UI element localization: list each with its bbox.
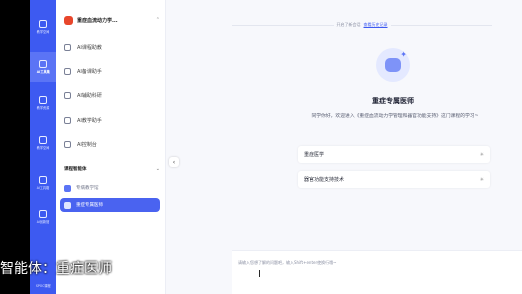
rail-item-ai-innovation[interactable]: AI创新馆 <box>30 202 56 232</box>
rail-item-ai-tools[interactable]: AI工具集 <box>30 52 56 82</box>
robot-icon <box>385 58 401 72</box>
document-icon <box>64 67 71 75</box>
divider <box>390 24 492 26</box>
book-icon <box>39 135 47 144</box>
history-link[interactable]: 查看历史记录 <box>364 22 388 28</box>
agent-icon <box>64 201 71 209</box>
agent-item-disease-teaching[interactable]: 专病教学馆 <box>64 181 160 195</box>
send-icon: ✳ <box>479 176 484 183</box>
course-logo-icon <box>64 15 73 25</box>
chat-input[interactable]: 请输入您想了解的问题吧，输入Shift+enter使换行哦~ I <box>232 250 522 294</box>
chat-input-placeholder: 请输入您想了解的问题吧，输入Shift+enter使换行哦~ <box>238 260 337 265</box>
chevron-down-icon: ⌄ <box>155 166 160 172</box>
console-icon <box>64 140 71 148</box>
suggestion-critical-care[interactable]: 重症医学 ✳ <box>298 146 490 163</box>
rail-item-resources[interactable]: 教学资源 <box>30 88 56 118</box>
menu-item-console[interactable]: AI控制台 <box>64 137 160 151</box>
person-icon <box>64 43 71 51</box>
app-window: 教学空间 AI工具集 教学资源 教学空间 AI工具箱 AI创新馆 SPOC课程 <box>30 0 522 294</box>
toolbox-icon <box>39 175 47 184</box>
rail-item-teaching-space-2[interactable]: 教学空间 <box>30 128 56 158</box>
menu-item-research[interactable]: AI辅助科研 <box>64 88 160 102</box>
rail-item-teaching-space[interactable]: 教学空间 <box>30 12 56 42</box>
resource-icon <box>39 95 47 104</box>
sparkle-icon: ✦ <box>400 50 407 59</box>
chat-icon <box>64 116 71 124</box>
text-cursor-icon: I <box>258 269 261 280</box>
home-icon <box>39 59 47 68</box>
send-icon: ✳ <box>479 151 484 158</box>
divider <box>232 24 334 26</box>
menu-item-prep-assistant[interactable]: AI备课助手 <box>64 64 160 78</box>
chat-main: 开启了新会话 查看历史记录 ✦ 重症专属医师 同学你好，欢迎进入《重症血流动力学… <box>170 0 522 294</box>
agent-greeting: 同学你好，欢迎进入《重症血流动力学管理和器官功能支持》这门课程的学习~ <box>311 114 479 119</box>
agent-item-critical-doctor[interactable]: 重症专属医师 <box>60 198 160 212</box>
session-bar: 开启了新会话 查看历史记录 <box>232 22 492 28</box>
doctor-avatar: ✦ <box>376 48 410 82</box>
research-icon <box>64 91 71 99</box>
chevron-up-icon: ⌃ <box>155 17 160 23</box>
lab-icon <box>39 209 47 218</box>
course-sidebar: 重症血流动力学... ⌃ AI课程助教 AI备课助手 AI辅助科研 AI教学助手… <box>56 0 166 294</box>
module-rail: 教学空间 AI工具集 教学资源 教学空间 AI工具箱 AI创新馆 SPOC课程 <box>30 0 56 294</box>
suggestion-organ-support[interactable]: 器官功能支持技术 ✳ <box>298 171 490 188</box>
menu-item-teaching-assistant[interactable]: AI教学助手 <box>64 113 160 127</box>
grid-icon <box>39 19 47 28</box>
video-caption: 智能体：重症医师 <box>0 261 112 277</box>
rail-item-ai-toolbox[interactable]: AI工具箱 <box>30 168 56 198</box>
course-selector[interactable]: 重症血流动力学... ⌃ <box>64 13 160 27</box>
agent-icon <box>64 184 71 192</box>
section-course-agents[interactable]: 课程智能体 ⌄ <box>64 166 160 172</box>
agent-title: 重症专属医师 <box>372 97 414 105</box>
menu-item-course-assistant[interactable]: AI课程助教 <box>64 40 160 54</box>
